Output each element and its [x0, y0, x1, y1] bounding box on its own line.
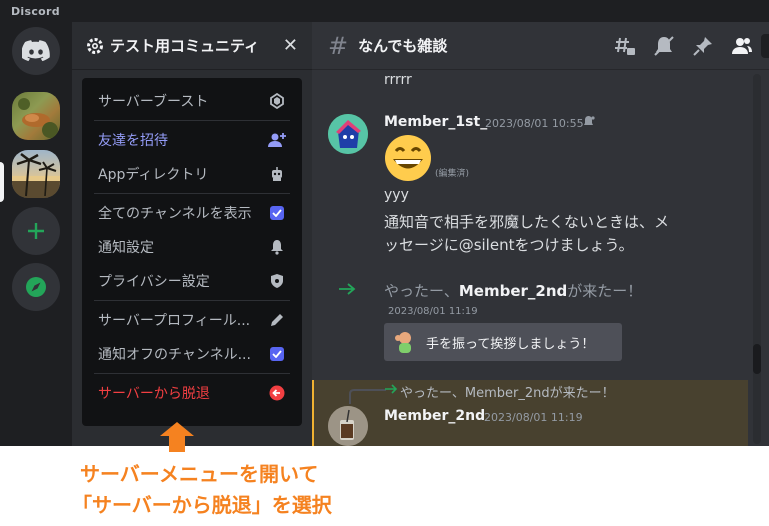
- palm-tree-photo-icon: [12, 153, 60, 198]
- channel-header: # なんでも雑談: [312, 22, 769, 70]
- menu-item-muted-channels[interactable]: 通知オフのチャンネル...: [90, 337, 294, 371]
- menu-separator: [94, 193, 290, 194]
- avatar[interactable]: [328, 406, 368, 446]
- app-title: Discord: [11, 5, 60, 18]
- message-author[interactable]: Member_1st_: [384, 114, 487, 130]
- grinning-emoji-icon: [385, 135, 431, 181]
- member-list-icon[interactable]: [731, 35, 753, 57]
- silent-bell-icon: [584, 116, 595, 125]
- message-timestamp: 2023/08/01 11:19: [388, 306, 478, 317]
- menu-separator: [94, 373, 290, 374]
- checkbox-checked-icon[interactable]: [268, 345, 286, 363]
- reply-arrow-icon: [385, 384, 398, 394]
- server-header[interactable]: テスト用コミュニティ ✕: [72, 22, 312, 70]
- menu-item-label: 友達を招待: [98, 133, 168, 149]
- checkbox-checked-icon[interactable]: [268, 204, 286, 222]
- wave-greeting-button[interactable]: 手を振って挨拶しましょう！: [384, 323, 622, 361]
- menu-item-label: 全てのチャンネルを表示: [98, 206, 252, 222]
- join-suffix: が来たー！: [567, 282, 643, 300]
- reply-reference[interactable]: やったー、Member_2ndが来たー！: [400, 382, 615, 401]
- reply-spine-icon: [349, 389, 386, 404]
- shield-icon: [268, 272, 286, 290]
- channel-name: なんでも雑談: [358, 37, 448, 55]
- text-channel-icon: #: [328, 31, 349, 60]
- server-icon-2[interactable]: [12, 150, 60, 198]
- join-message: やったー、Member_2ndが来たー！: [384, 280, 642, 301]
- avatar-image-icon: [328, 114, 368, 154]
- message-list: rrrrr Member_1st_ 2023/08/01 10:55 (編集済)…: [312, 70, 769, 446]
- scrollbar-thumb[interactable]: [753, 344, 761, 374]
- compass-icon: [26, 277, 46, 297]
- explore-servers-button[interactable]: [12, 263, 60, 311]
- menu-item-leave-server[interactable]: サーバーから脱退: [90, 376, 294, 410]
- robot-icon: [268, 165, 286, 183]
- pointer-arrow-icon: [160, 422, 194, 452]
- selected-indicator: [0, 162, 4, 202]
- message-text: rrrrr: [384, 72, 412, 88]
- add-person-icon: [268, 131, 286, 149]
- menu-separator: [94, 120, 290, 121]
- menu-item-server-boost[interactable]: サーバーブースト: [90, 84, 294, 118]
- menu-item-label: サーバーから脱退: [98, 386, 210, 402]
- message-timestamp: 2023/08/01 11:19: [484, 411, 583, 424]
- wave-sticker-icon: [395, 332, 411, 353]
- message-text: ッセージに@silentをつけましょう。: [384, 236, 634, 254]
- server-name: テスト用コミュニティ: [110, 37, 260, 55]
- search-input[interactable]: [761, 34, 769, 58]
- add-server-button[interactable]: [12, 207, 60, 255]
- home-button[interactable]: [12, 27, 60, 75]
- server-photo-icon: [18, 98, 58, 138]
- notification-muted-icon[interactable]: [653, 35, 675, 57]
- message-timestamp: 2023/08/01 10:55: [485, 117, 584, 130]
- menu-item-label: 通知設定: [98, 240, 154, 256]
- menu-item-label: 通知オフのチャンネル...: [98, 347, 251, 363]
- menu-item-show-all-channels[interactable]: 全てのチャンネルを表示: [90, 196, 294, 230]
- pin-icon[interactable]: [692, 35, 714, 57]
- message-text: 通知音で相手を邪魔したくないときは、メ: [384, 213, 670, 231]
- join-prefix: やったー、: [384, 282, 459, 300]
- scrollbar-track[interactable]: [753, 74, 761, 444]
- menu-item-app-directory[interactable]: Appディレクトリ: [90, 157, 294, 191]
- menu-item-label: サーバープロフィール...: [98, 313, 251, 329]
- caption-line-2: 「サーバーから脱退」を選択: [72, 493, 332, 517]
- edited-label: (編集済): [435, 169, 470, 179]
- threads-icon[interactable]: [614, 35, 636, 57]
- join-member-name[interactable]: Member_2nd: [459, 282, 567, 300]
- menu-item-privacy-settings[interactable]: プライバシー設定: [90, 264, 294, 298]
- coffee-photo-icon: [328, 406, 368, 446]
- pencil-icon: [268, 311, 286, 329]
- menu-item-label: サーバーブースト: [98, 94, 209, 110]
- menu-item-label: プライバシー設定: [98, 274, 210, 290]
- title-bar: Discord: [0, 0, 769, 22]
- avatar[interactable]: [328, 114, 368, 154]
- server-list: [0, 22, 72, 446]
- join-arrow-icon: [339, 283, 356, 295]
- message-author[interactable]: Member_2nd: [384, 408, 485, 424]
- wave-button-label: 手を振って挨拶しましょう！: [426, 336, 595, 352]
- menu-item-invite-friends[interactable]: 友達を招待: [90, 123, 294, 157]
- menu-separator: [94, 300, 290, 301]
- leave-icon: [268, 384, 286, 402]
- menu-item-notification-settings[interactable]: 通知設定: [90, 230, 294, 264]
- chat-area: # なんでも雑談 rrrrr Member_1st_ 2023/08/01 10…: [312, 22, 769, 446]
- server-icon-1[interactable]: [12, 92, 60, 140]
- boost-gem-icon: [268, 92, 286, 110]
- plus-icon: [28, 223, 44, 239]
- discord-window: Discord テスト用コミュニティ ✕ # なんでも雑談 rrrrr Memb…: [0, 0, 769, 446]
- menu-item-server-profile[interactable]: サーバープロフィール...: [90, 303, 294, 337]
- caption-line-1: サーバーメニューを開いて: [80, 462, 319, 486]
- server-settings-icon: [87, 37, 103, 54]
- message-text: yyy: [384, 187, 409, 203]
- discord-logo-icon: [22, 40, 50, 62]
- server-menu: サーバーブースト 友達を招待 Appディレクトリ 全てのチャンネルを表示 通知設…: [82, 78, 302, 426]
- close-menu-icon[interactable]: ✕: [283, 35, 298, 56]
- menu-item-label: Appディレクトリ: [98, 167, 209, 183]
- bell-icon: [268, 238, 286, 256]
